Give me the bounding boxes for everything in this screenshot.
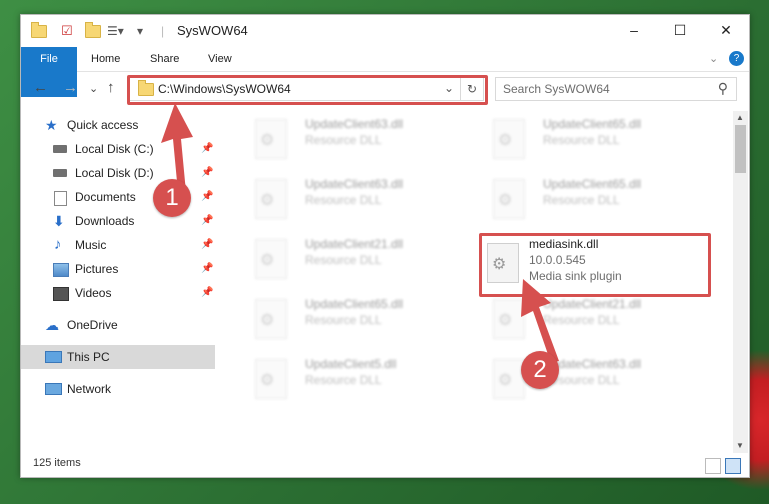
address-row: ← → ⌄ ↑ C:\Windows\SysWOW64 ⌄ ↻ Search S… (21, 73, 749, 105)
title-separator: | (161, 24, 165, 38)
close-button[interactable]: ✕ (703, 15, 749, 45)
drive-icon (53, 145, 67, 153)
file-item[interactable]: ⚙ UpdateClient5.dll Resource DLL (241, 353, 461, 403)
nav-item-music[interactable]: ♪ Music 📌 (21, 233, 215, 257)
maximize-button[interactable]: ☐ (657, 15, 703, 45)
title-bar: ☑ ☰▾ ▾ | SysWOW64 – ☐ ✕ (21, 15, 749, 47)
gear-icon: ⚙ (498, 132, 513, 149)
pin-icon[interactable]: 📌 (201, 257, 213, 281)
nav-item-pictures[interactable]: Pictures 📌 (21, 257, 215, 281)
file-item[interactable]: ⚙ UpdateClient65.dll Resource DLL (479, 113, 699, 163)
customize-toolbar-icon[interactable]: ☰▾ (107, 22, 124, 40)
download-icon: ⬇ (53, 213, 65, 229)
star-icon: ★ (45, 117, 58, 133)
back-button[interactable]: ← (33, 79, 48, 96)
tab-share[interactable]: Share (150, 47, 179, 71)
details-view-icon[interactable] (705, 458, 721, 474)
documents-icon (54, 191, 67, 206)
large-icons-view-icon[interactable] (725, 458, 741, 474)
help-button[interactable]: ? (729, 51, 744, 66)
tab-view[interactable]: View (208, 47, 232, 71)
pin-icon[interactable]: 📌 (201, 209, 213, 233)
minimize-button[interactable]: – (611, 15, 657, 45)
ribbon-expand-button[interactable]: ⌄ (709, 47, 718, 71)
cloud-icon: ☁ (45, 317, 59, 333)
up-button[interactable]: ↑ (107, 79, 115, 96)
nav-item-this-pc[interactable]: This PC (21, 345, 215, 369)
pictures-icon (53, 263, 69, 277)
forward-button[interactable]: → (63, 79, 78, 96)
videos-icon (53, 287, 69, 301)
nav-item-downloads[interactable]: ⬇ Downloads 📌 (21, 209, 215, 233)
vertical-scrollbar[interactable]: ▲ ▼ (733, 111, 748, 453)
scroll-thumb[interactable] (735, 125, 746, 173)
pin-icon[interactable]: 📌 (201, 281, 213, 305)
music-icon: ♪ (54, 236, 62, 253)
properties-icon[interactable]: ☑ (61, 22, 73, 40)
computer-icon (45, 351, 62, 363)
new-folder-icon[interactable] (85, 21, 101, 40)
nav-item-videos[interactable]: Videos 📌 (21, 281, 215, 305)
file-item[interactable]: ⚙ UpdateClient21.dll Resource DLL (241, 233, 461, 283)
scroll-down-icon[interactable]: ▼ (736, 441, 744, 450)
pin-icon[interactable]: 📌 (201, 233, 213, 257)
recent-locations-button[interactable]: ⌄ (89, 82, 98, 95)
file-item[interactable]: ⚙ UpdateClient65.dll Resource DLL (241, 293, 461, 343)
window-title: SysWOW64 (177, 23, 248, 38)
gear-icon: ⚙ (260, 312, 275, 329)
nav-item-network[interactable]: Network (21, 377, 215, 401)
annotation-badge-1: 1 (153, 179, 191, 217)
gear-icon: ⚙ (260, 252, 275, 269)
gear-icon: ⚙ (260, 372, 275, 389)
item-count: 125 items (33, 457, 81, 469)
annotation-badge-2: 2 (521, 351, 559, 389)
window-folder-icon (31, 21, 47, 40)
file-item[interactable]: ⚙ UpdateClient65.dll Resource DLL (479, 173, 699, 223)
network-icon (45, 383, 62, 395)
status-bar: 125 items (21, 453, 749, 477)
gear-icon: ⚙ (498, 192, 513, 209)
tab-home[interactable]: Home (91, 47, 120, 71)
search-placeholder: Search SysWOW64 (503, 82, 610, 96)
nav-item-onedrive[interactable]: ☁ OneDrive (21, 313, 215, 337)
qat-dropdown-icon[interactable]: ▾ (137, 22, 143, 40)
gear-icon: ⚙ (260, 192, 275, 209)
scroll-up-icon[interactable]: ▲ (736, 113, 744, 122)
search-icon[interactable]: ⚲ (718, 80, 728, 97)
gear-icon: ⚙ (498, 372, 513, 389)
search-input[interactable]: Search SysWOW64 ⚲ (495, 77, 737, 101)
file-item[interactable]: ⚙ UpdateClient63.dll Resource DLL (241, 113, 461, 163)
explorer-window: ☑ ☰▾ ▾ | SysWOW64 – ☐ ✕ File Home Share … (20, 14, 750, 478)
gear-icon: ⚙ (260, 132, 275, 149)
drive-icon (53, 169, 67, 177)
file-item[interactable]: ⚙ UpdateClient63.dll Resource DLL (241, 173, 461, 223)
ribbon-tabs: File Home Share View ⌄ ? (21, 47, 749, 97)
